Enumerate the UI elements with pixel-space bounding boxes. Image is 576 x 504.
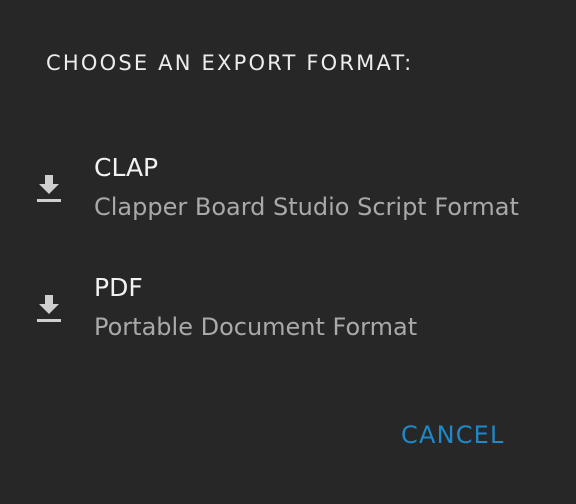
export-option-pdf[interactable]: PDF Portable Document Format <box>0 268 576 368</box>
export-format-dialog: CHOOSE AN EXPORT FORMAT: CLAP Clapper Bo… <box>0 0 576 504</box>
download-icon <box>36 173 62 203</box>
export-option-description: Clapper Board Studio Script Format <box>94 193 519 221</box>
export-option-description: Portable Document Format <box>94 313 418 341</box>
download-icon <box>36 293 62 323</box>
export-option-label: PDF <box>94 273 143 302</box>
export-option-label: CLAP <box>94 153 159 182</box>
export-option-clap[interactable]: CLAP Clapper Board Studio Script Format <box>0 148 576 248</box>
dialog-title: CHOOSE AN EXPORT FORMAT: <box>46 51 414 75</box>
cancel-button[interactable]: CANCEL <box>401 421 505 449</box>
